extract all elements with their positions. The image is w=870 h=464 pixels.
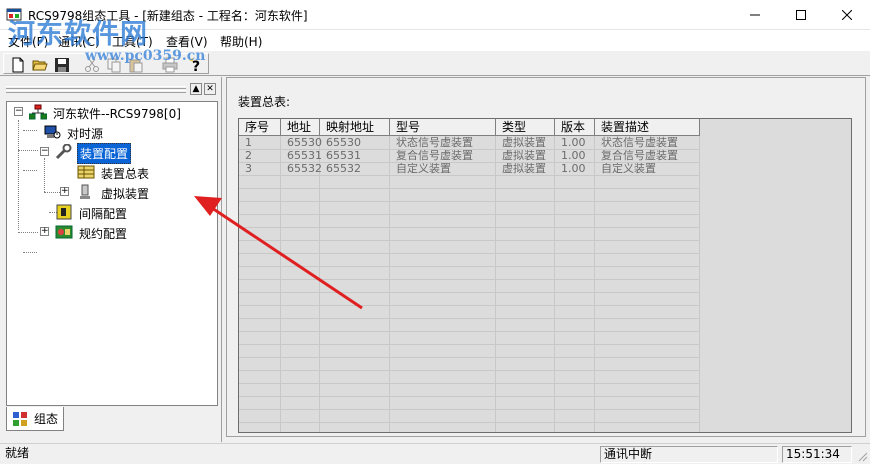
maximize-icon (796, 10, 806, 20)
tree-item-label-selected: 装置配置 (77, 143, 132, 164)
menu-bar: 文件(F) 通讯(C) 工具(T) 查看(V) 帮助(H) (0, 30, 870, 50)
grid-row-line (239, 305, 699, 306)
menu-help[interactable]: 帮助(H) (220, 33, 262, 50)
tree-line (23, 252, 37, 253)
grid-column-line (319, 136, 320, 432)
tree-expander-protocol-config[interactable]: + (40, 227, 49, 236)
grid-row-line (239, 149, 699, 150)
tree-expander-virtual-device[interactable]: + (60, 187, 69, 196)
tree-item-label: 对时源 (67, 127, 104, 141)
config-tab-icon (13, 411, 27, 426)
virtual-device-icon (80, 184, 90, 199)
window-title: RCS9798组态工具 - [新建组态 - 工程名：河东软件] (28, 9, 308, 23)
right-pane: 装置总表: 序号 地址 映射地址 型号 类型 版本 装置描述 1 65530 6… (226, 77, 870, 442)
tree-item-label: 规约配置 (79, 227, 128, 241)
maximize-button[interactable] (778, 0, 824, 30)
grid-row-line (239, 422, 699, 423)
tree-expander-root[interactable]: − (14, 107, 23, 116)
grid-row-line (239, 409, 699, 410)
grid-row-line (239, 279, 699, 280)
column-header-model[interactable]: 型号 (390, 119, 496, 136)
close-icon (842, 10, 852, 20)
pane-up-button[interactable]: ▲ (190, 83, 202, 95)
grid-row-line (239, 292, 699, 293)
tree-line (18, 150, 38, 151)
tree-item-label: 装置总表 (101, 167, 150, 181)
grid-row-line (239, 396, 699, 397)
minimize-button[interactable] (732, 0, 778, 30)
grid-row-line (239, 188, 699, 189)
tree-line (18, 120, 19, 230)
section-title: 装置总表: (238, 95, 291, 109)
left-pane: ▲ ✕ − 河东软件--RCS9798[0] 对时源 − 装置配置 装置总表 +… (0, 77, 222, 442)
tab-config[interactable]: 组态 (6, 407, 64, 431)
grid-row-line (239, 383, 699, 384)
app-icon (6, 8, 22, 21)
tree-line (23, 170, 37, 171)
grid-row-line (239, 175, 699, 176)
column-header-index[interactable]: 序号 (239, 119, 281, 136)
tree-item-label: 间隔配置 (79, 207, 128, 221)
status-comm: 通讯中断 (600, 446, 778, 463)
clock-pc-icon (44, 125, 61, 139)
protocol-config-icon (55, 225, 73, 239)
device-table-icon (77, 165, 95, 179)
column-header-mapped-address[interactable]: 映射地址 (320, 119, 390, 136)
save-icon[interactable] (54, 57, 70, 73)
new-file-icon[interactable] (10, 57, 26, 73)
column-header-description[interactable]: 装置描述 (595, 119, 700, 136)
grid-row-line (239, 227, 699, 228)
tree-root-label: 河东软件--RCS9798[0] (53, 107, 181, 121)
grid-column-line (554, 136, 555, 432)
status-ready: 就绪 (5, 446, 30, 460)
open-folder-icon[interactable] (32, 57, 48, 73)
status-bar: 就绪 通讯中断 15:51:34 (0, 443, 870, 464)
close-button[interactable] (824, 0, 870, 30)
tab-strip: 组态 (6, 407, 218, 433)
tab-label: 组态 (34, 412, 59, 426)
grid-row-line (239, 344, 699, 345)
pane-grip[interactable] (6, 86, 186, 89)
tree-line (18, 232, 38, 233)
column-header-type[interactable]: 类型 (496, 119, 555, 136)
grid-row-line (239, 318, 699, 319)
resize-grip-icon[interactable] (856, 450, 868, 462)
grid-row-line (239, 370, 699, 371)
grid-row-line (239, 253, 699, 254)
pane-grip-lower (6, 90, 186, 93)
tree-expander-device-config[interactable]: − (40, 147, 49, 156)
grid-row-line (239, 357, 699, 358)
project-tree: − 河东软件--RCS9798[0] 对时源 − 装置配置 装置总表 + 虚拟装… (6, 101, 218, 406)
grid-header: 序号 地址 映射地址 型号 类型 版本 装置描述 (239, 119, 700, 136)
wrench-icon (55, 144, 72, 160)
tree-line (44, 158, 45, 192)
grid-row-line (239, 240, 699, 241)
bay-config-icon (56, 204, 72, 220)
minimize-icon (750, 14, 760, 16)
tree-item-label: 虚拟装置 (101, 187, 150, 201)
grid-row-line (239, 214, 699, 215)
grid-row-line (239, 162, 699, 163)
pane-header: ▲ ✕ (6, 83, 218, 95)
content-frame: 装置总表: 序号 地址 映射地址 型号 类型 版本 装置描述 1 65530 6… (226, 77, 866, 437)
grid-row-line (239, 266, 699, 267)
watermark-url: www.pc0359.cn (85, 48, 206, 64)
grid-column-line (280, 136, 281, 432)
menu-file[interactable]: 文件(F) (8, 33, 48, 50)
grid-column-line (389, 136, 390, 432)
column-header-address[interactable]: 地址 (281, 119, 320, 136)
network-icon (29, 104, 47, 120)
grid-row-line (239, 331, 699, 332)
grid-column-line (495, 136, 496, 432)
device-grid[interactable]: 序号 地址 映射地址 型号 类型 版本 装置描述 1 65530 65530 状… (238, 118, 852, 433)
status-time: 15:51:34 (782, 446, 852, 463)
pane-close-button[interactable]: ✕ (204, 83, 216, 95)
tree-line (23, 130, 37, 131)
grid-row-line (239, 201, 699, 202)
grid-column-line (699, 136, 700, 432)
column-header-version[interactable]: 版本 (555, 119, 595, 136)
title-bar: RCS9798组态工具 - [新建组态 - 工程名：河东软件] (0, 0, 870, 30)
grid-column-line (594, 136, 595, 432)
